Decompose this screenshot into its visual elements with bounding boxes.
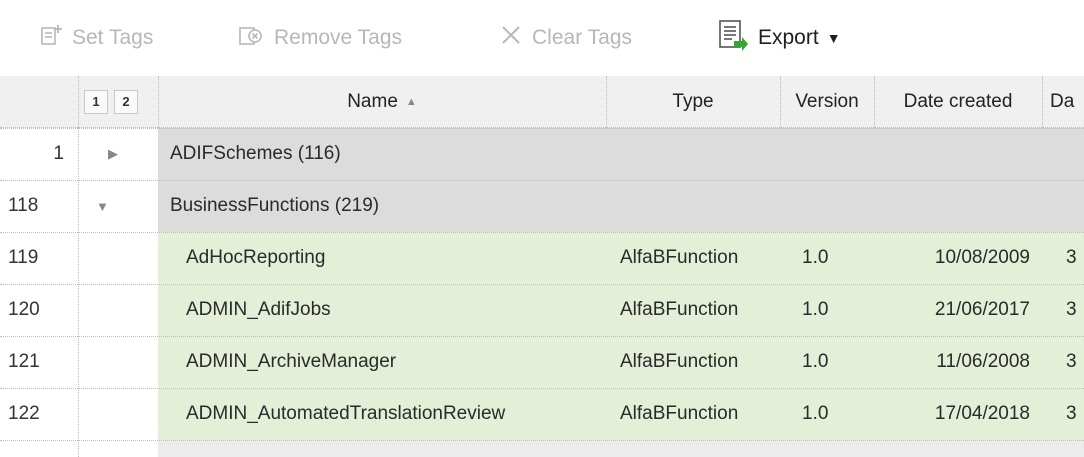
row-number: 121 (8, 351, 40, 372)
row-divider (0, 284, 1084, 285)
row-divider (0, 128, 1084, 129)
column-divider (158, 76, 159, 128)
date-modified-cell: 3 (1042, 232, 1084, 284)
date-created-cell: 17/04/2018 (874, 388, 1042, 440)
group-row[interactable]: 1 ▶ ADIFSchemes (116) (0, 128, 1084, 180)
header-row: 1 2 Name ▲ Type Version Date created Da (0, 76, 1084, 128)
close-icon (500, 24, 522, 52)
row-number: 119 (8, 247, 39, 268)
name-cell: AdHocReporting (158, 232, 606, 284)
remove-tags-label: Remove Tags (274, 26, 403, 49)
table-row[interactable]: 119 AdHocReporting AlfaBFunction 1.0 10/… (0, 232, 1084, 284)
version-cell: 1.0 (780, 232, 874, 284)
column-header-date-created[interactable]: Date created (874, 76, 1042, 128)
name-cell: ADMIN_AutomatedTranslationReview (158, 388, 606, 440)
row-divider (0, 440, 1084, 441)
type-cell: AlfaBFunction (606, 284, 780, 336)
data-grid: 1 2 Name ▲ Type Version Date created Da … (0, 76, 1084, 457)
clear-tags-button[interactable]: Clear Tags (500, 20, 632, 56)
group-label: ADIFSchemes (116) (158, 128, 1084, 180)
date-modified-cell: 3 (1042, 388, 1084, 440)
row-number: 122 (8, 403, 40, 424)
date-modified-cell: 3 (1042, 284, 1084, 336)
row-divider (0, 180, 1084, 181)
row-divider (0, 388, 1084, 389)
column-header-name[interactable]: Name ▲ (158, 76, 606, 128)
caret-down-icon: ▼ (826, 30, 841, 46)
column-header-version-label: Version (795, 90, 859, 112)
expand-icon[interactable]: ▶ (78, 128, 158, 180)
column-header-date-created-label: Date created (903, 90, 1013, 112)
name-cell: ADMIN_ArchiveManager (158, 336, 606, 388)
version-cell: 1.0 (780, 336, 874, 388)
column-divider (780, 76, 781, 128)
set-tags-button[interactable]: Set Tags (40, 20, 153, 56)
column-header-type[interactable]: Type (606, 76, 780, 128)
row-divider (0, 232, 1084, 233)
type-cell: AlfaBFunction (606, 388, 780, 440)
toolbar: Set Tags Remove Tags Clear Tags Export ▼ (0, 0, 1084, 76)
remove-tags-button[interactable]: Remove Tags (238, 20, 402, 56)
sort-ascending-icon: ▲ (405, 95, 417, 108)
name-cell: ADMIN_AdifJobs (158, 284, 606, 336)
column-header-date-modified-label: Da (1050, 90, 1075, 112)
group-label: BusinessFunctions (219) (158, 180, 1084, 232)
clear-tags-label: Clear Tags (532, 26, 632, 49)
column-header-version[interactable]: Version (780, 76, 874, 128)
level-1-button[interactable]: 1 (84, 89, 108, 114)
row-number: 1 (53, 143, 64, 164)
row-number-header (0, 76, 78, 128)
group-row[interactable]: 118 ▼ BusinessFunctions (219) (0, 180, 1084, 232)
row-number: 120 (8, 299, 40, 320)
partial-row-fill (158, 440, 1084, 457)
table-row-partial (0, 440, 1084, 457)
set-tags-icon (40, 24, 62, 52)
table-row[interactable]: 120 ADMIN_AdifJobs AlfaBFunction 1.0 21/… (0, 284, 1084, 336)
export-button[interactable]: Export ▼ (718, 20, 841, 56)
level-2-button[interactable]: 2 (114, 89, 138, 114)
remove-tags-icon (238, 24, 264, 52)
row-divider (0, 336, 1084, 337)
column-divider (606, 76, 607, 128)
row-number: 118 (8, 195, 39, 216)
table-row[interactable]: 122 ADMIN_AutomatedTranslationReview Alf… (0, 388, 1084, 440)
column-header-date-modified[interactable]: Da (1042, 76, 1084, 128)
group-level-header: 1 2 (78, 76, 158, 128)
collapse-icon[interactable]: ▼ (78, 180, 158, 232)
type-cell: AlfaBFunction (606, 336, 780, 388)
column-header-name-label: Name (347, 90, 398, 112)
version-cell: 1.0 (780, 284, 874, 336)
column-divider (78, 76, 79, 457)
date-created-cell: 10/08/2009 (874, 232, 1042, 284)
export-icon (718, 19, 748, 57)
column-header-type-label: Type (672, 90, 714, 112)
type-cell: AlfaBFunction (606, 232, 780, 284)
date-created-cell: 11/06/2008 (874, 336, 1042, 388)
date-created-cell: 21/06/2017 (874, 284, 1042, 336)
column-divider (874, 76, 875, 128)
version-cell: 1.0 (780, 388, 874, 440)
column-divider (1042, 76, 1043, 128)
set-tags-label: Set Tags (72, 26, 154, 49)
date-modified-cell: 3 (1042, 336, 1084, 388)
export-label: Export (758, 26, 819, 49)
table-row[interactable]: 121 ADMIN_ArchiveManager AlfaBFunction 1… (0, 336, 1084, 388)
